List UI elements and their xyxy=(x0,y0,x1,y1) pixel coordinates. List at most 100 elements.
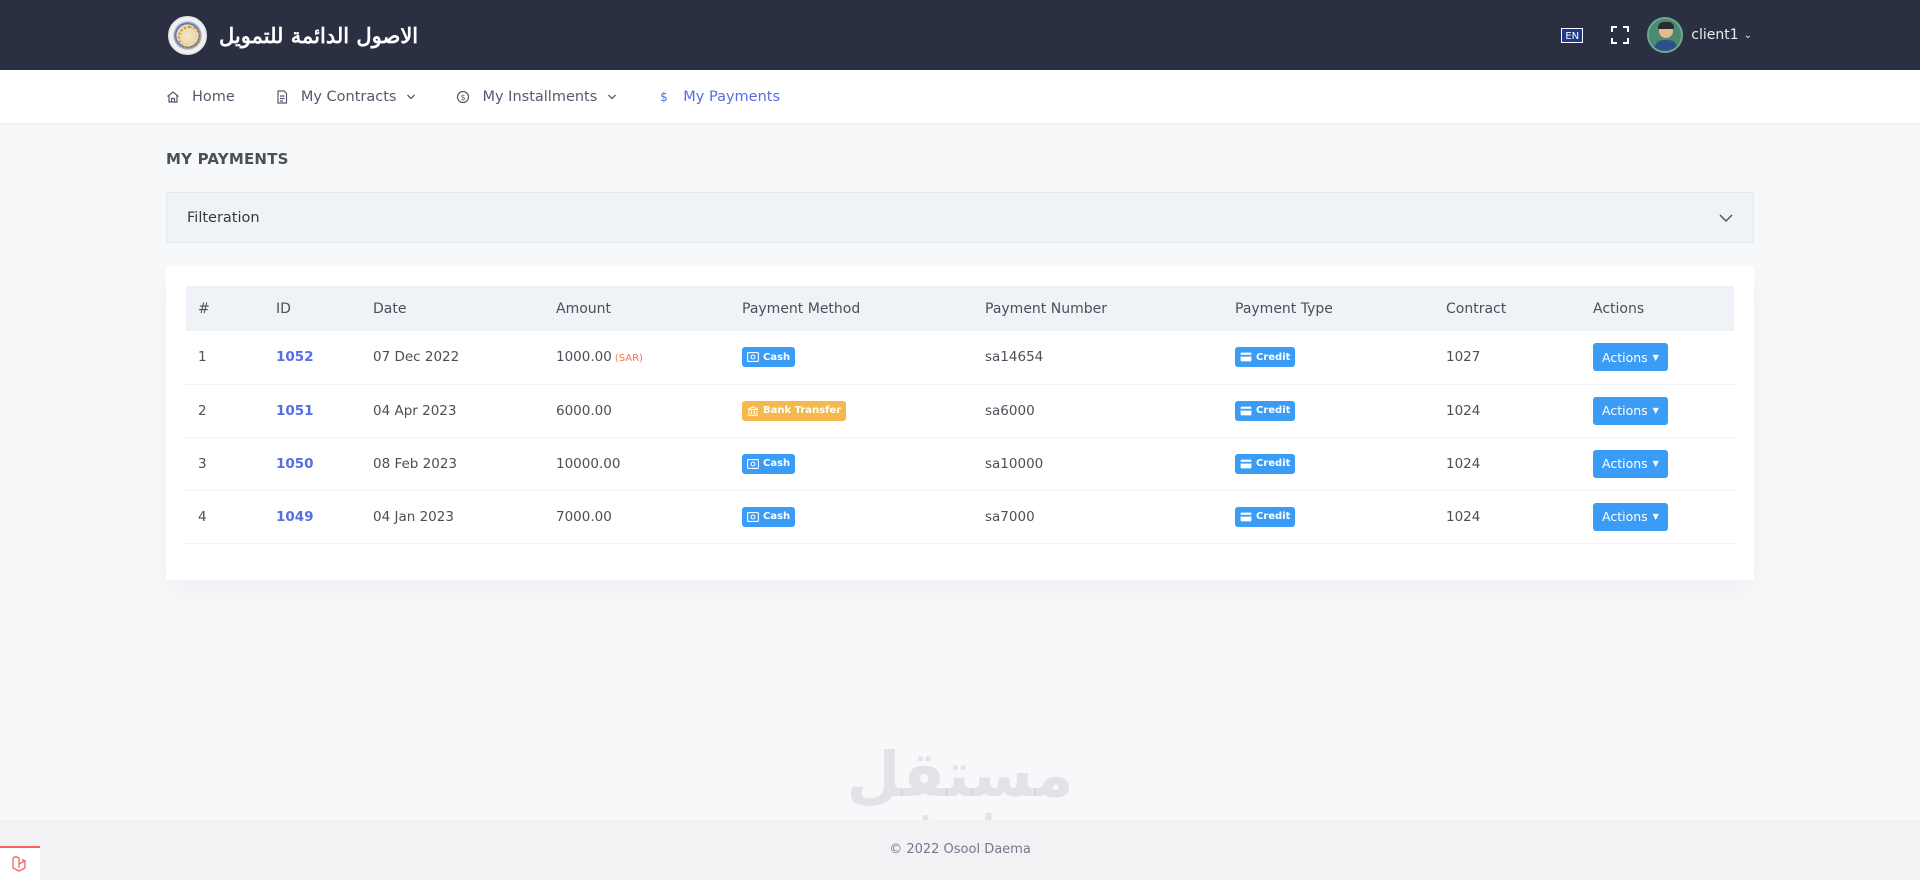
filter-accordion[interactable]: Filteration xyxy=(166,192,1754,243)
contract-number: 1024 xyxy=(1446,455,1481,472)
user-name[interactable]: client1 xyxy=(1691,27,1738,43)
payment-type-label: Credit xyxy=(1256,458,1291,469)
filter-label: Filteration xyxy=(187,209,260,226)
column-header-index: # xyxy=(198,300,210,317)
payment-date: 07 Dec 2022 xyxy=(373,349,460,366)
column-header-actions: Actions xyxy=(1593,300,1645,317)
bank-icon xyxy=(747,405,759,416)
payment-method-label: Cash xyxy=(763,458,791,469)
table-row: 3 1050 08 Feb 2023 10000.00 Cash sa10000 Credi… xyxy=(186,437,1734,490)
payment-type-badge: Credit xyxy=(1235,400,1296,421)
cash-icon xyxy=(747,352,759,363)
payment-method-label: Cash xyxy=(763,351,791,363)
currency-label: (SAR) xyxy=(614,353,643,365)
nav-item-label: My Payments xyxy=(683,88,781,105)
laravel-icon xyxy=(12,855,26,872)
brand-logo[interactable]: الاصول الدائمة للتمويل xyxy=(168,16,418,55)
watermark-arabic: مستقل xyxy=(846,738,1074,811)
payment-amount: 6000.00 xyxy=(556,402,612,419)
payment-id-link[interactable]: 1049 xyxy=(276,509,314,525)
payment-method-badge: Bank Transfer xyxy=(742,400,847,421)
chevron-down-icon: ▼ xyxy=(1652,352,1659,362)
payment-date: 04 Jan 2023 xyxy=(373,508,454,525)
payment-number: sa6000 xyxy=(985,402,1035,419)
actions-label: Actions xyxy=(1602,456,1648,471)
payment-method-badge: Cash xyxy=(742,506,796,527)
payment-amount-cell: 1000.00 (SAR) xyxy=(544,331,730,384)
table-row: 1 1052 07 Dec 2022 1000.00 (SAR) Cash sa14654 C… xyxy=(186,331,1734,384)
avatar[interactable] xyxy=(1647,17,1684,53)
nav-item-my-contracts[interactable]: My Contracts xyxy=(275,89,417,105)
actions-button[interactable]: Actions ▼ xyxy=(1593,343,1668,372)
column-header-payment-method: Payment Method xyxy=(742,300,861,317)
payment-id-link[interactable]: 1052 xyxy=(276,349,314,365)
chevron-down-icon: ▼ xyxy=(1652,512,1659,521)
payments-card: # ID Date Amount Payment Method Payment Numbe… xyxy=(166,266,1754,580)
row-index: 2 xyxy=(198,402,207,419)
table-row: 4 1049 04 Jan 2023 7000.00 Cash sa7000 Credit 1… xyxy=(186,490,1734,543)
row-index: 3 xyxy=(198,455,207,472)
contract-number: 1024 xyxy=(1446,402,1481,419)
payment-id-link[interactable]: 1050 xyxy=(276,456,314,472)
document-icon xyxy=(277,89,287,104)
actions-label: Actions xyxy=(1602,349,1648,365)
actions-label: Actions xyxy=(1602,403,1648,418)
credit-card-icon xyxy=(1240,352,1252,362)
payment-type-label: Credit xyxy=(1256,511,1291,522)
payment-type-label: Credit xyxy=(1256,351,1291,363)
actions-button[interactable]: Actions ▼ xyxy=(1593,449,1668,478)
payment-date: 08 Feb 2023 xyxy=(373,455,458,472)
payment-method-label: Bank Transfer xyxy=(763,405,842,416)
column-header-amount: Amount xyxy=(556,300,612,317)
svg-text:$: $ xyxy=(461,92,466,101)
column-header-date: Date xyxy=(373,300,407,317)
brand-text: الاصول الدائمة للتمويل xyxy=(219,23,419,48)
payment-date: 04 Apr 2023 xyxy=(373,402,457,419)
table-header-row: # ID Date Amount Payment Method Payment Numbe… xyxy=(186,286,1734,331)
nav-item-my-installments[interactable]: $ My Installments xyxy=(456,89,617,105)
chevron-down-icon[interactable] xyxy=(406,92,416,102)
nav-item-label: My Contracts xyxy=(300,88,397,105)
logo-seal-icon xyxy=(168,16,207,55)
actions-button[interactable]: Actions ▼ xyxy=(1593,502,1668,531)
payment-id-link[interactable]: 1051 xyxy=(276,403,314,419)
debug-bar-toggle[interactable] xyxy=(0,846,40,880)
payment-type-badge: Credit xyxy=(1235,453,1296,474)
chevron-down-icon[interactable] xyxy=(1719,214,1733,222)
payment-method-label: Cash xyxy=(763,511,791,522)
chevron-down-icon[interactable]: ⌄ xyxy=(1744,30,1752,41)
actions-button[interactable]: Actions ▼ xyxy=(1593,396,1668,425)
fullscreen-icon[interactable] xyxy=(1611,26,1630,44)
column-header-id: ID xyxy=(276,300,291,317)
header-actions: EN client1 ⌄ xyxy=(1561,17,1752,53)
row-index: 4 xyxy=(198,508,207,525)
payment-type-badge: Credit xyxy=(1235,347,1296,368)
row-index: 1 xyxy=(198,349,207,366)
payment-number: sa7000 xyxy=(985,508,1035,525)
payment-type-label: Credit xyxy=(1256,405,1291,416)
payment-number: sa10000 xyxy=(985,455,1044,472)
language-switcher[interactable]: EN xyxy=(1561,27,1584,43)
payment-amount-cell: 10000.00 xyxy=(544,437,730,490)
actions-label: Actions xyxy=(1602,509,1648,524)
payment-amount-cell: 6000.00 xyxy=(544,384,730,437)
nav-item-home[interactable]: Home xyxy=(166,89,235,105)
table-row: 2 1051 04 Apr 2023 6000.00 Bank Transfer sa60… xyxy=(186,384,1734,437)
page-title: MY PAYMENTS xyxy=(166,150,289,168)
column-header-payment-number: Payment Number xyxy=(985,300,1107,317)
payment-amount: 10000.00 xyxy=(556,455,621,472)
nav-item-my-payments[interactable]: $ My Payments xyxy=(657,89,780,105)
home-icon xyxy=(167,90,179,103)
cash-icon xyxy=(747,458,759,469)
payment-amount-cell: 7000.00 xyxy=(544,490,730,543)
payment-amount: 1000.00 xyxy=(556,349,612,366)
column-header-payment-type: Payment Type xyxy=(1235,300,1333,317)
top-header: الاصول الدائمة للتمويل EN client1 ⌄ xyxy=(0,0,1920,70)
chevron-down-icon[interactable] xyxy=(607,92,617,102)
dollar-icon: $ xyxy=(660,90,668,104)
credit-card-icon xyxy=(1240,406,1252,415)
payments-table: # ID Date Amount Payment Method Payment Numbe… xyxy=(186,286,1734,544)
footer: © 2022 Osool Daema xyxy=(0,820,1920,880)
cash-icon xyxy=(747,511,759,522)
chevron-down-icon: ▼ xyxy=(1652,406,1659,415)
